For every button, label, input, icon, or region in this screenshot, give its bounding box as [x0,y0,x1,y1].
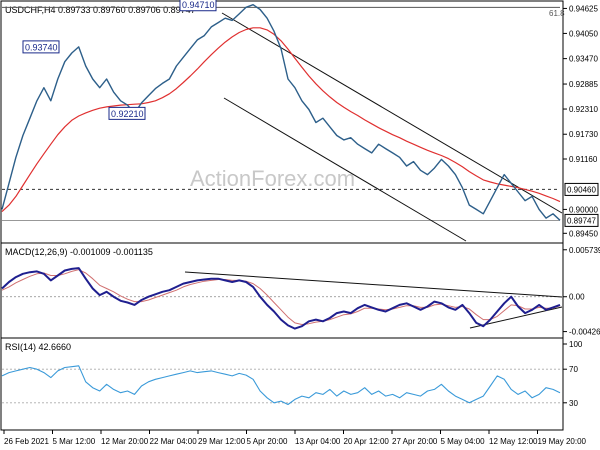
rsi-tick-label-2: 30 [569,399,578,408]
price-marker-label-7: 0.90460 [567,185,596,194]
price-panel-frame [0,0,564,244]
time-tick-label-5: 5 Apr 20:00 [247,437,288,446]
rsi-axis: 100 70 30 [563,340,583,408]
price-tick-label-5: 0.91730 [569,130,598,139]
time-tick-label-3: 22 Mar 04:00 [150,437,198,446]
usdchf-h4-chart: ActionForex.com USDCHF,H4 0.89733 0.8976… [0,0,600,446]
fib-label: 61.8 [549,9,565,18]
macd-axis: 0.005739 0.00 -0.004261 [563,246,600,337]
annotation-label-0: 0.94710 [182,0,215,10]
time-tick-label-11: 19 May 20:00 [538,437,587,446]
time-axis: 26 Feb 2021 5 Mar 12:00 12 Mar 20:00 22 Mar… [3,430,587,446]
price-tick-label-6: 0.91160 [569,155,598,164]
time-tick-label-6: 13 Apr 04:00 [295,437,341,446]
macd-tick-label-0: 0.005739 [569,246,600,255]
time-tick-label-7: 20 Apr 12:00 [344,437,390,446]
rsi-tick-label-1: 70 [569,365,578,374]
price-tick-label-2: 0.93470 [569,55,598,64]
price-tick-label-4: 0.92310 [569,105,598,114]
price-tick-label-8: 0.90000 [569,205,598,214]
price-tick-label-3: 0.92885 [569,80,598,89]
time-tick-label-4: 29 Mar 12:00 [198,437,246,446]
price-panel-title: USDCHF,H4 0.89733 0.89760 0.89706 0.8974… [5,5,196,15]
rsi-tick-label-0: 100 [569,340,583,349]
time-tick-label-1: 5 Mar 12:00 [53,437,96,446]
price-tick-label-1: 0.94050 [569,29,598,38]
rsi-panel-title: RSI(14) 42.6660 [5,342,71,352]
price-tick-label-0: 0.94625 [569,4,598,13]
time-tick-label-2: 12 Mar 20:00 [101,437,149,446]
time-tick-label-0: 26 Feb 2021 [4,437,49,446]
price-marker-label-9: 0.89747 [567,216,596,225]
watermark: ActionForex.com [190,166,355,191]
time-tick-label-9: 5 May 04:00 [441,437,486,446]
time-tick-label-10: 12 May 12:00 [489,437,538,446]
macd-tick-label-2: -0.004261 [569,328,600,337]
macd-panel-title: MACD(12,26,9) -0.001009 -0.001135 [5,247,153,257]
annotation-label-2: 0.92210 [111,109,144,119]
chart-stage: ActionForex.com USDCHF,H4 0.89733 0.8976… [0,0,600,450]
price-axis: 0.94625 0.94050 0.93470 0.92885 0.92310 0.917… [563,4,599,238]
macd-tick-label-1: 0.00 [569,293,585,302]
time-tick-label-8: 27 Apr 20:00 [392,437,438,446]
price-tick-label-10: 0.89450 [569,229,598,238]
rsi-panel-frame [0,337,564,431]
annotation-label-1: 0.93740 [25,42,58,52]
